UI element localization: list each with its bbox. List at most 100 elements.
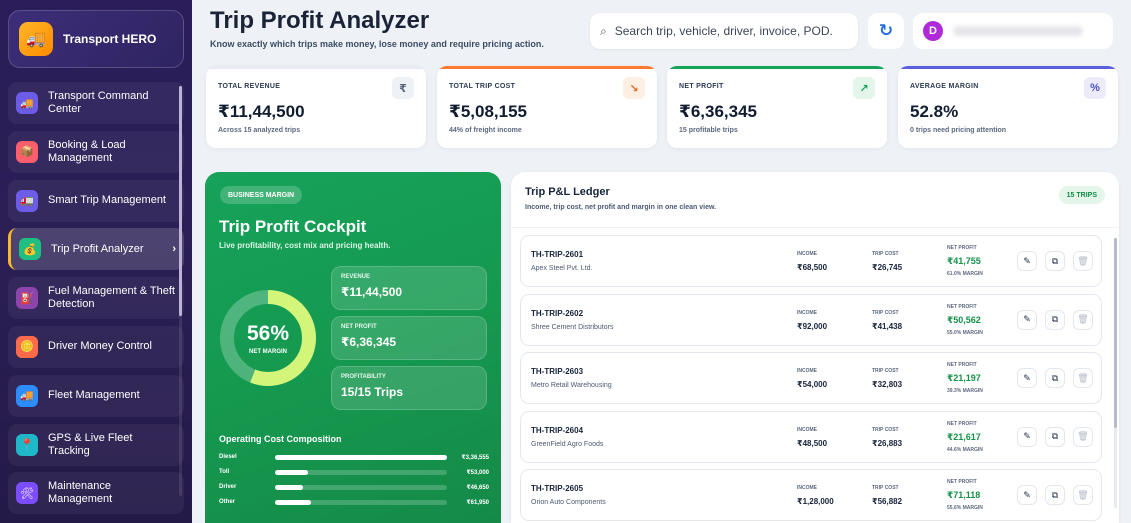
kpi-card: AVERAGE MARGIN 52.8% 0 trips need pricin… <box>898 66 1118 148</box>
sidebar-item[interactable]: 📦 Booking & Load Management <box>8 130 184 173</box>
net-profit-label: NET PROFIT <box>947 420 977 427</box>
table-row[interactable]: TH-TRIP-2605 Orion Auto Components INCOM… <box>520 469 1102 521</box>
margin-value: 44.6% MARGIN <box>947 446 983 453</box>
trip-cost-label: TRIP COST <box>872 251 899 257</box>
cost-composition-title: Operating Cost Composition <box>219 434 342 444</box>
sidebar-scroll-thumb[interactable] <box>179 86 182 316</box>
cost-fill <box>275 454 447 460</box>
chevron-right-icon: › <box>172 243 176 256</box>
table-row[interactable]: TH-TRIP-2603 Metro Retail Warehousing IN… <box>520 352 1102 404</box>
ledger-title: Trip P&L Ledger <box>525 186 610 198</box>
delete-button[interactable]: 🗑 <box>1073 426 1093 447</box>
pencil-icon: ✎ <box>1023 489 1031 500</box>
cost-track <box>275 484 447 490</box>
client-name: Shree Cement Distributors <box>531 323 614 331</box>
client-name: Metro Retail Warehousing <box>531 382 612 389</box>
sidebar-item[interactable]: 🪙 Driver Money Control <box>8 325 184 368</box>
refresh-button[interactable]: ↻ <box>868 13 904 49</box>
kpi-card: NET PROFIT ₹6,36,345 15 profitable trips… <box>667 66 887 148</box>
sidebar-item[interactable]: 🚚 Transport Command Center <box>8 82 184 124</box>
trip-cost-label: TRIP COST <box>872 485 899 491</box>
ledger-subtitle: Income, trip cost, net profit and margin… <box>525 204 717 211</box>
income-label: INCOME <box>797 368 817 374</box>
route-icon: 🚛 <box>16 189 38 212</box>
duplicate-button[interactable]: ⧉ <box>1045 368 1065 388</box>
cost-name: Toll <box>219 469 230 475</box>
delete-button[interactable]: 🗑 <box>1073 309 1093 330</box>
search-input[interactable] <box>614 24 845 38</box>
kpi-value: ₹11,44,500 <box>218 102 305 121</box>
net-profit-label: NET PROFIT <box>947 362 977 368</box>
table-row[interactable]: TH-TRIP-2601 Apex Steel Pvt. Ltd. INCOME… <box>520 235 1102 287</box>
kpi-label: TOTAL TRIP COST <box>449 83 516 90</box>
pin-icon: 📍 <box>16 433 38 456</box>
donut-value: 56% <box>246 321 290 345</box>
sidebar-item[interactable]: 🚚 Fleet Management <box>8 374 184 417</box>
sidebar-item-label: Maintenance Management <box>48 480 113 506</box>
duplicate-button[interactable]: ⧉ <box>1045 251 1065 271</box>
duplicate-button[interactable]: ⧉ <box>1045 485 1065 505</box>
edit-button[interactable]: ✎ <box>1017 368 1037 388</box>
sidebar: 🚚 Transport HERO 🚚 Transport Command Cen… <box>0 0 192 523</box>
trash-icon: 🗑 <box>1077 255 1089 266</box>
metric-value: ₹11,44,500 <box>341 285 403 299</box>
delete-button[interactable]: 🗑 <box>1073 251 1093 271</box>
table-row[interactable]: TH-TRIP-2604 GreenField Agro Foods INCOM… <box>520 410 1102 463</box>
brand[interactable]: 🚚 Transport HERO <box>8 10 184 68</box>
edit-button[interactable]: ✎ <box>1017 426 1037 447</box>
cost-row: Diesel ₹3,36,555 <box>219 451 489 463</box>
kpi-label: TOTAL REVENUE <box>218 83 281 90</box>
user-menu[interactable]: D <box>913 13 1113 49</box>
sidebar-item[interactable]: 💰 Trip Profit Analyzer › <box>8 228 184 271</box>
trip-id: TH-TRIP-2602 <box>531 308 584 318</box>
profit-cockpit: BUSINESS MARGIN Trip Profit Cockpit Live… <box>205 172 501 523</box>
income-value: ₹68,500 <box>797 263 828 272</box>
sidebar-item[interactable]: ⛽ Fuel Management & Theft Detection <box>8 277 184 320</box>
pencil-icon: ✎ <box>1023 372 1031 383</box>
income-label: INCOME <box>797 485 817 491</box>
trip-count-badge: 15 TRIPS <box>1058 186 1105 204</box>
cockpit-title: Trip Profit Cockpit <box>219 217 367 236</box>
trip-cost-value: ₹26,883 <box>872 438 903 448</box>
income-label: INCOME <box>797 309 817 316</box>
trash-icon: 🗑 <box>1077 372 1089 383</box>
sidebar-item[interactable]: 🛠 Maintenance Management <box>8 472 184 515</box>
kpi-card: TOTAL TRIP COST ₹5,08,155 44% of freight… <box>437 66 657 148</box>
edit-button[interactable]: ✎ <box>1017 251 1037 271</box>
margin-value: 55.0% MARGIN <box>947 329 983 336</box>
net-profit-label: NET PROFIT <box>947 245 977 251</box>
ledger-scrollbar[interactable] <box>1114 238 1117 508</box>
ledger-divider <box>511 227 1119 228</box>
duplicate-button[interactable]: ⧉ <box>1045 309 1065 330</box>
cost-track <box>275 469 447 475</box>
kpi-accent-bar <box>898 66 1118 69</box>
margin-value: 55.6% MARGIN <box>947 505 983 511</box>
box-icon: 📦 <box>16 140 38 163</box>
search-box[interactable]: ⌕ <box>590 13 858 49</box>
kpi-label: NET PROFIT <box>679 83 724 90</box>
edit-button[interactable]: ✎ <box>1017 485 1037 505</box>
ledger-scroll-thumb[interactable] <box>1114 238 1117 428</box>
trip-id: TH-TRIP-2601 <box>531 250 584 259</box>
copy-icon: ⧉ <box>1051 314 1059 324</box>
duplicate-button[interactable]: ⧉ <box>1045 426 1065 447</box>
kpi-value: 52.8% <box>910 102 959 121</box>
metric-label: PROFITABILITY <box>341 374 386 380</box>
page-subtitle: Know exactly which trips make money, los… <box>210 39 544 49</box>
cost-name: Other <box>219 499 236 505</box>
sidebar-item[interactable]: 📍 GPS & Live Fleet Tracking <box>8 423 184 466</box>
sidebar-item-label: Driver Money Control <box>48 340 152 353</box>
table-row[interactable]: TH-TRIP-2602 Shree Cement Distributors I… <box>520 293 1102 346</box>
sidebar-item[interactable]: 🚛 Smart Trip Management <box>8 179 184 222</box>
trip-cost-value: ₹41,438 <box>872 321 903 331</box>
cost-name: Diesel <box>219 454 237 460</box>
cost-track <box>275 499 447 505</box>
delete-button[interactable]: 🗑 <box>1073 485 1093 505</box>
edit-button[interactable]: ✎ <box>1017 309 1037 330</box>
delete-button[interactable]: 🗑 <box>1073 368 1093 388</box>
brand-name: Transport HERO <box>63 32 157 46</box>
cockpit-subtitle: Live profitability, cost mix and pricing… <box>219 241 391 250</box>
sidebar-scrollbar[interactable] <box>179 86 182 496</box>
cost-fill <box>275 484 303 490</box>
client-name: Apex Steel Pvt. Ltd. <box>531 265 593 272</box>
